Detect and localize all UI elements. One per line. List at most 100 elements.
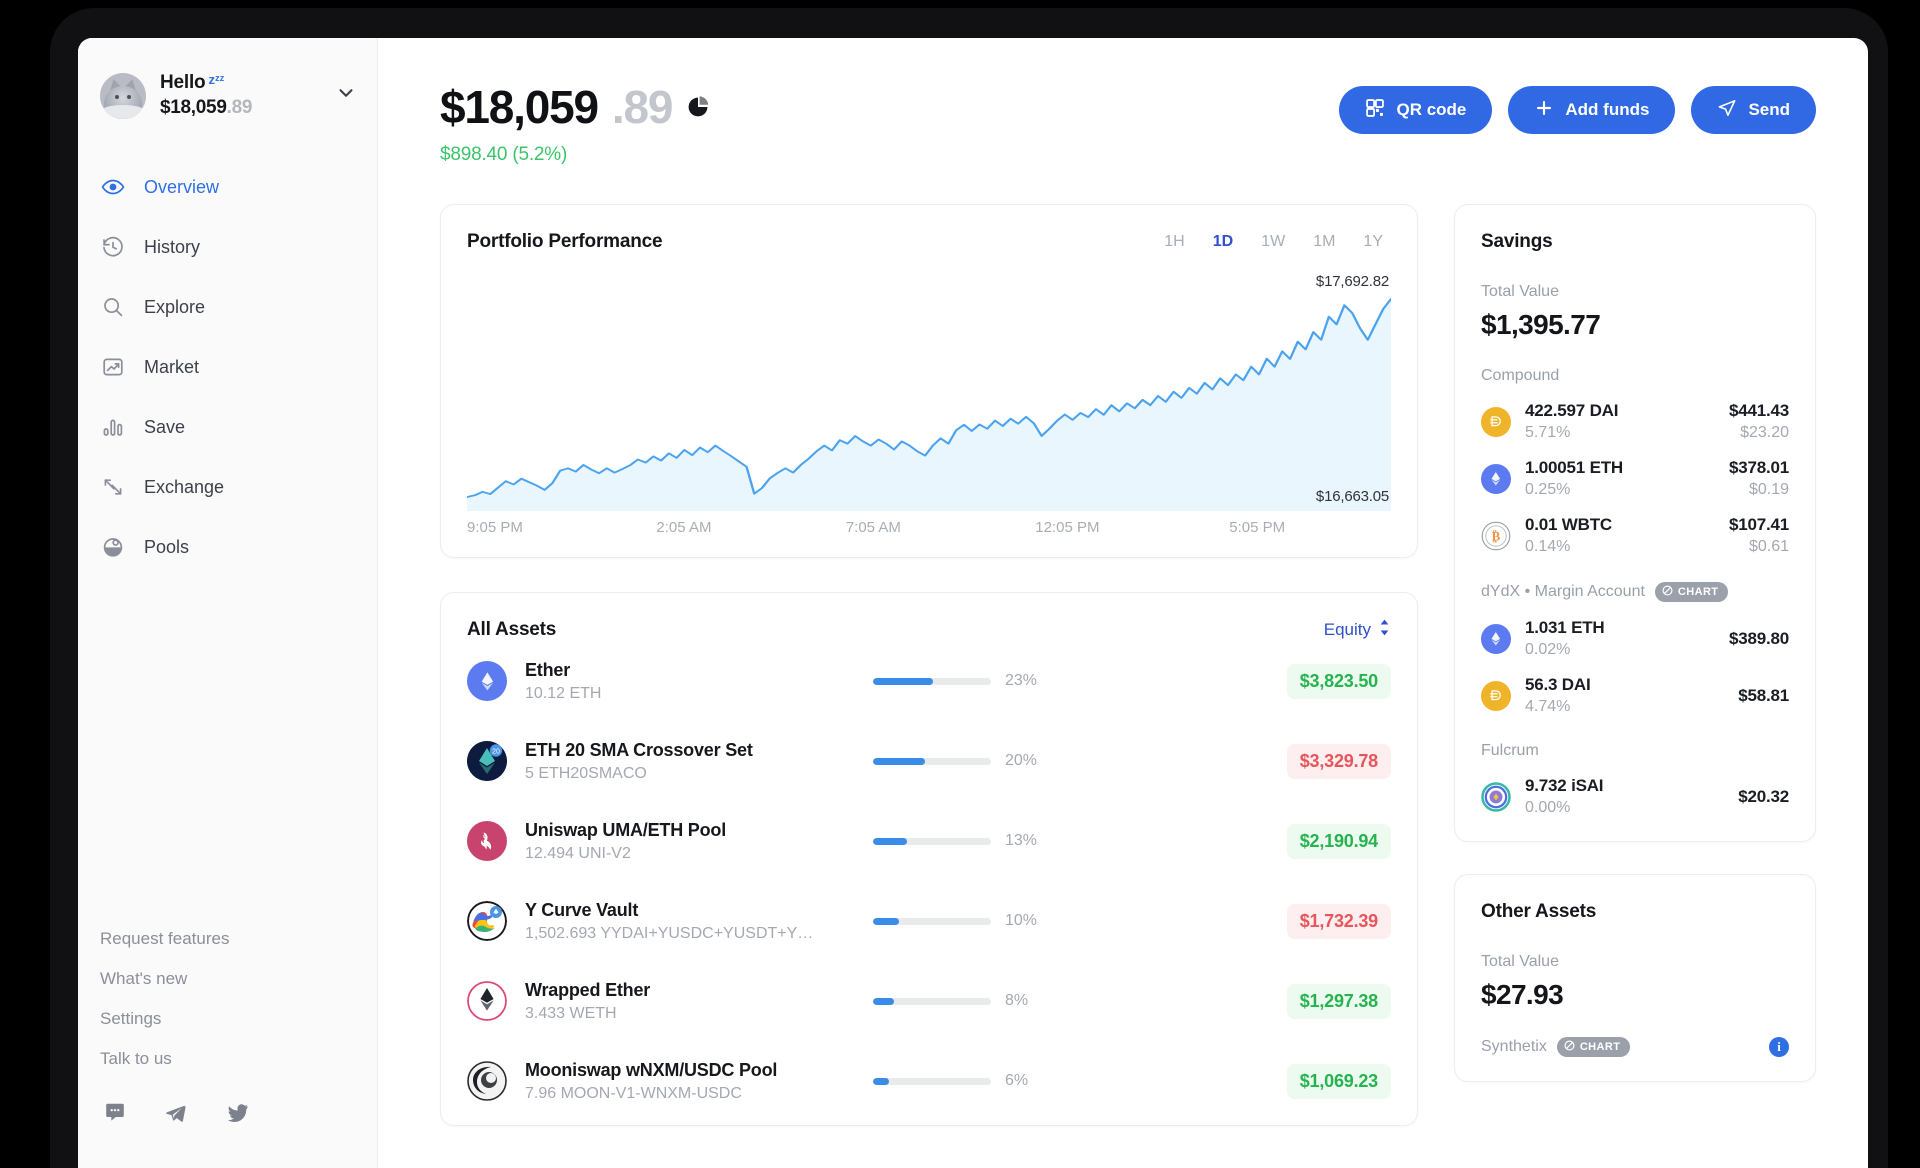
range-1m[interactable]: 1M: [1313, 233, 1335, 251]
qr-code-label: QR code: [1396, 100, 1467, 119]
allocation-bar: [873, 757, 991, 765]
social-links: [100, 1101, 355, 1130]
table-row[interactable]: Uniswap UMA/ETH Pool 12.494 UNI-V2 13% $2,1…: [467, 801, 1391, 881]
no-chart-icon: [1564, 1040, 1575, 1054]
range-1h[interactable]: 1H: [1164, 233, 1184, 251]
plus-icon: [1534, 98, 1554, 123]
savings-amount: 1.031 ETH: [1525, 618, 1605, 637]
chart-x-axis: 9:05 PM 2:05 AM 7:05 AM 12:05 PM 5:05 PM: [467, 519, 1391, 539]
savings-value-cell: $20.32: [1738, 787, 1789, 807]
chart-range-tabs: 1H 1D 1W 1M 1Y: [1164, 233, 1391, 251]
savings-row[interactable]: 422.597 DAI 5.71% $441.43 $23.20: [1481, 401, 1789, 442]
savings-row[interactable]: 1.031 ETH 0.02% $389.80: [1481, 618, 1789, 659]
table-row[interactable]: Y Curve Vault 1,502.693 YYDAI+YUSDC+YUSDT…: [467, 881, 1391, 961]
send-button[interactable]: Send: [1691, 86, 1816, 134]
search-icon: [100, 294, 126, 320]
exchange-arrows-icon: [100, 474, 126, 500]
sort-updown-icon: [1378, 619, 1391, 641]
savings-group-label: dYdX • Margin Account CHART: [1481, 582, 1789, 602]
uniswap-icon: [467, 821, 507, 861]
chart-svg: [467, 298, 1391, 511]
x-tick: 2:05 AM: [656, 519, 712, 536]
savings-value: $107.41: [1728, 515, 1789, 534]
profile-switcher[interactable]: Hello zᶻᶻ $18,059.89: [78, 72, 377, 119]
range-1w[interactable]: 1W: [1261, 233, 1285, 251]
no-chart-icon: [1662, 585, 1673, 599]
discord-icon[interactable]: [104, 1101, 126, 1130]
sidebar-item-label: Market: [144, 356, 200, 377]
add-funds-button[interactable]: Add funds: [1508, 86, 1676, 134]
savings-apy: 0.14%: [1525, 538, 1571, 555]
sidebar-item-label: Exchange: [144, 476, 225, 497]
savings-row[interactable]: 9.732 iSAI 0.00% $20.32: [1481, 776, 1789, 817]
asset-name: Mooniswap wNXM/USDC Pool: [525, 1059, 778, 1080]
left-column: Portfolio Performance 1H 1D 1W 1M 1Y $17…: [440, 204, 1418, 1126]
asset-amount: 7.96 MOON-V1-WNXM-USDC: [525, 1084, 742, 1102]
x-tick: 7:05 AM: [845, 519, 901, 536]
dai-coin-icon: [1481, 680, 1511, 711]
sidebar-nav: Overview History Explore Market Save Exc…: [78, 157, 377, 577]
range-1y[interactable]: 1Y: [1363, 233, 1383, 251]
twitter-icon[interactable]: [226, 1101, 250, 1130]
sidebar-balance: $18,059.89: [160, 97, 321, 119]
savings-row[interactable]: 56.3 DAI 4.74% $58.81: [1481, 675, 1789, 716]
app-screen: Hello zᶻᶻ $18,059.89 Overview History Ex…: [78, 38, 1868, 1168]
sidebar-item-pools[interactable]: Pools: [78, 517, 377, 577]
asset-name-cell: Uniswap UMA/ETH Pool 12.494 UNI-V2: [525, 820, 855, 863]
savings-apy: 4.74%: [1525, 698, 1571, 715]
savings-row[interactable]: ₿ 0.01 WBTC 0.14% $107.41 $0.61: [1481, 515, 1789, 556]
sidebar-item-explore[interactable]: Explore: [78, 277, 377, 337]
chevron-down-icon[interactable]: [335, 82, 357, 109]
assets-title: All Assets: [467, 619, 557, 640]
eye-icon: [100, 174, 126, 200]
table-row[interactable]: Ether 10.12 ETH 23% $3,823.50: [467, 641, 1391, 721]
savings-amount: 422.597 DAI: [1525, 401, 1619, 420]
sidebar-item-history[interactable]: History: [78, 217, 377, 277]
sidebar-item-market[interactable]: Market: [78, 337, 377, 397]
sidebar-footer: Request features What's new Settings Tal…: [78, 919, 377, 1168]
group-name: Fulcrum: [1481, 742, 1539, 759]
savings-row[interactable]: 1.00051 ETH 0.25% $378.01 $0.19: [1481, 458, 1789, 499]
link-settings[interactable]: Settings: [100, 999, 355, 1039]
savings-value: $20.32: [1738, 786, 1789, 806]
table-row[interactable]: Wrapped Ether 3.433 WETH 8% $1,297.38: [467, 961, 1391, 1041]
info-icon[interactable]: i: [1769, 1037, 1789, 1057]
savings-total-value: $1,395.77: [1481, 309, 1601, 340]
telegram-icon[interactable]: [164, 1101, 188, 1130]
allocation-percent: 23%: [1005, 672, 1038, 689]
qr-code-button[interactable]: QR code: [1339, 86, 1493, 134]
link-talk-to-us[interactable]: Talk to us: [100, 1039, 355, 1079]
chart-badge-label: CHART: [1579, 1041, 1621, 1053]
link-request-features[interactable]: Request features: [100, 919, 355, 959]
sidebar-balance-main: $18,059: [160, 97, 227, 118]
history-clock-icon: [100, 234, 126, 260]
sidebar-item-label: Overview: [144, 176, 220, 197]
asset-name-cell: Wrapped Ether 3.433 WETH: [525, 980, 855, 1023]
savings-amount-cell: 1.00051 ETH 0.25%: [1525, 458, 1715, 499]
range-1d[interactable]: 1D: [1213, 233, 1233, 251]
sidebar-item-overview[interactable]: Overview: [78, 157, 377, 217]
savings-value: $378.01: [1728, 458, 1789, 477]
table-row[interactable]: Mooniswap wNXM/USDC Pool 7.96 MOON-V1-WNX…: [467, 1041, 1391, 1121]
allocation-cell: 10%: [873, 912, 1073, 930]
sort-by-equity[interactable]: Equity: [1324, 619, 1391, 641]
group-name: Compound: [1481, 367, 1560, 384]
allocation-bar: [873, 997, 991, 1005]
portfolio-chart[interactable]: $17,692.82 $16,663.05: [467, 273, 1391, 511]
chart-badge[interactable]: CHART: [1654, 582, 1729, 602]
chart-title: Portfolio Performance: [467, 231, 663, 252]
savings-amount: 56.3 DAI: [1525, 675, 1591, 694]
link-whats-new[interactable]: What's new: [100, 959, 355, 999]
x-tick: 12:05 PM: [1035, 519, 1100, 536]
savings-value: $441.43: [1728, 401, 1789, 420]
sidebar-item-exchange[interactable]: Exchange: [78, 457, 377, 517]
sidebar-item-save[interactable]: Save: [78, 397, 377, 457]
pie-chart-icon[interactable]: [686, 95, 710, 119]
asset-value: $1,297.38: [1286, 983, 1391, 1019]
market-trend-icon: [100, 354, 126, 380]
allocation-bar: [873, 677, 991, 685]
chart-badge[interactable]: CHART: [1556, 1037, 1631, 1057]
portfolio-performance-card: Portfolio Performance 1H 1D 1W 1M 1Y $17…: [440, 204, 1418, 558]
x-tick: 9:05 PM: [467, 519, 523, 536]
table-row[interactable]: 20 ETH 20 SMA Crossover Set 5 ETH20SMACO 20…: [467, 721, 1391, 801]
